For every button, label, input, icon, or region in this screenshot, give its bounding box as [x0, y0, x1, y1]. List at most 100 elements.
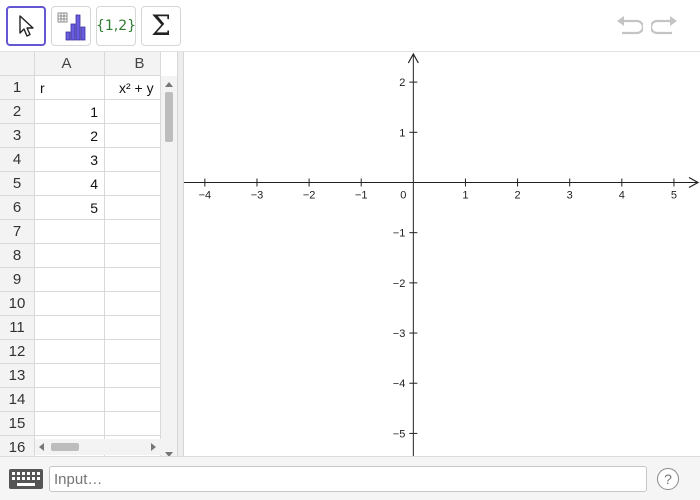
cell-a[interactable]: 3 — [35, 148, 105, 172]
cell-b[interactable] — [105, 316, 161, 340]
create-list-button[interactable]: {1,2} — [96, 6, 136, 46]
cell-a[interactable] — [35, 292, 105, 316]
cell-b[interactable]: x² + y — [105, 76, 161, 100]
scroll-left-arrow[interactable] — [39, 443, 44, 451]
x-tick-label: 4 — [619, 189, 625, 201]
cell-b[interactable] — [105, 340, 161, 364]
cell-b[interactable] — [105, 412, 161, 436]
cell-a[interactable]: 4 — [35, 172, 105, 196]
spreadsheet-row: 7 — [0, 220, 161, 244]
cell-b[interactable] — [105, 220, 161, 244]
cell-a[interactable]: 5 — [35, 196, 105, 220]
cell-a[interactable] — [35, 364, 105, 388]
cell-a[interactable] — [35, 316, 105, 340]
row-header[interactable]: 3 — [0, 124, 35, 148]
row-header[interactable]: 7 — [0, 220, 35, 244]
input-bar: ? — [0, 456, 700, 500]
cell-b[interactable] — [105, 172, 161, 196]
row-header[interactable]: 8 — [0, 244, 35, 268]
scroll-right-arrow[interactable] — [151, 443, 156, 451]
vertical-scroll-thumb[interactable] — [165, 92, 173, 142]
x-tick-label: −4 — [199, 189, 212, 201]
graphics-view[interactable]: −4 −3 −2 −1 0 1 2 3 4 5 2 1 −1 −2 −3 −4 −5 — [184, 52, 700, 456]
row-header[interactable]: 9 — [0, 268, 35, 292]
row-header[interactable]: 12 — [0, 340, 35, 364]
toolbar: {1,2} Σ — [0, 0, 700, 52]
y-tick-label: −5 — [393, 428, 406, 440]
algebra-input-field[interactable] — [49, 466, 647, 492]
cell-a[interactable]: 2 — [35, 124, 105, 148]
cell-a[interactable]: r — [35, 76, 105, 100]
spreadsheet-row: 43 — [0, 148, 161, 172]
undo-button[interactable] — [614, 12, 644, 40]
redo-button[interactable] — [650, 12, 680, 40]
sum-button[interactable]: Σ — [141, 6, 181, 46]
cell-a[interactable] — [35, 388, 105, 412]
cell-a[interactable] — [35, 244, 105, 268]
spreadsheet-row: 65 — [0, 196, 161, 220]
column-header-a[interactable]: A — [35, 52, 105, 76]
x-tick-label: 2 — [515, 189, 521, 201]
y-tick-label: −3 — [393, 328, 406, 340]
cell-b[interactable] — [105, 100, 161, 124]
row-header[interactable]: 13 — [0, 364, 35, 388]
view-divider[interactable] — [177, 52, 184, 456]
coordinate-plane[interactable]: −4 −3 −2 −1 0 1 2 3 4 5 2 1 −1 −2 −3 −4 −5 — [184, 52, 700, 456]
one-variable-analysis-button[interactable] — [51, 6, 91, 46]
bar-chart-icon — [57, 12, 86, 41]
cell-a[interactable]: 1 — [35, 100, 105, 124]
sum-label: Σ — [151, 9, 171, 42]
row-header[interactable]: 4 — [0, 148, 35, 172]
cell-b[interactable] — [105, 124, 161, 148]
geogebra-app: {1,2} Σ A B 1 r x² + y 2 1 3 2 4 3 5 4 6 5 7 8 9 10 11 — [0, 0, 700, 500]
y-tick-label: 2 — [399, 77, 405, 89]
vertical-scrollbar[interactable] — [161, 76, 177, 456]
cell-b[interactable] — [105, 244, 161, 268]
spreadsheet-row: 1 r x² + y — [0, 76, 161, 100]
cell-a[interactable] — [35, 220, 105, 244]
cell-b[interactable] — [105, 268, 161, 292]
spreadsheet-row: 14 — [0, 388, 161, 412]
cell-b[interactable] — [105, 292, 161, 316]
x-tick-label: −3 — [251, 189, 264, 201]
cell-b[interactable] — [105, 364, 161, 388]
column-header-row: A B — [0, 52, 161, 76]
cursor-arrow-icon — [19, 15, 34, 37]
cell-b[interactable] — [105, 148, 161, 172]
help-button[interactable]: ? — [657, 468, 679, 490]
spreadsheet-view: A B 1 r x² + y 2 1 3 2 4 3 5 4 6 5 7 8 9 10 11 12 13 14 15 16 — [0, 52, 177, 456]
spreadsheet-row: 10 — [0, 292, 161, 316]
horizontal-scroll-thumb[interactable] — [51, 443, 79, 451]
cell-a[interactable] — [35, 412, 105, 436]
scroll-up-arrow[interactable] — [165, 82, 173, 87]
undo-icon — [617, 16, 643, 35]
row-header[interactable]: 16 — [0, 436, 35, 456]
cell-b[interactable] — [105, 388, 161, 412]
row-header[interactable]: 1 — [0, 76, 35, 100]
spreadsheet-row: 15 — [0, 412, 161, 436]
redo-icon — [651, 16, 677, 35]
keyboard-icon — [9, 469, 43, 489]
spreadsheet-row: 32 — [0, 124, 161, 148]
cell-a[interactable] — [35, 268, 105, 292]
spreadsheet-row: 54 — [0, 172, 161, 196]
column-header-b[interactable]: B — [105, 52, 161, 76]
x-tick-label: −1 — [355, 189, 368, 201]
row-header[interactable]: 2 — [0, 100, 35, 124]
horizontal-scrollbar[interactable] — [35, 439, 161, 455]
row-header[interactable]: 11 — [0, 316, 35, 340]
keyboard-button[interactable] — [6, 465, 46, 493]
row-header[interactable]: 10 — [0, 292, 35, 316]
row-header[interactable]: 6 — [0, 196, 35, 220]
row-header[interactable]: 15 — [0, 412, 35, 436]
move-tool-button[interactable] — [6, 6, 46, 46]
x-tick-label: 0 — [400, 189, 406, 201]
x-tick-label: 3 — [567, 189, 573, 201]
create-list-label: {1,2} — [95, 18, 137, 34]
spreadsheet-row: 12 — [0, 340, 161, 364]
row-header[interactable]: 5 — [0, 172, 35, 196]
spreadsheet-row: 13 — [0, 364, 161, 388]
row-header[interactable]: 14 — [0, 388, 35, 412]
cell-a[interactable] — [35, 340, 105, 364]
cell-b[interactable] — [105, 196, 161, 220]
